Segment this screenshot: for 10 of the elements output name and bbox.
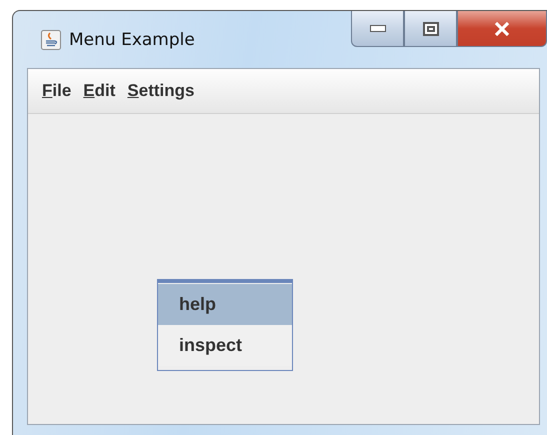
cup-icon [41,30,61,50]
menu-item[interactable]: File [38,81,76,101]
close-icon [494,22,510,36]
menu-item[interactable]: Settings [123,81,198,101]
close-button[interactable] [457,11,547,47]
menu-item[interactable]: help [158,284,292,325]
minimize-button[interactable] [351,11,404,47]
maximize-button[interactable] [404,11,457,47]
menu-item[interactable]: Edit [79,81,120,101]
window-title: Menu Example [69,30,195,50]
